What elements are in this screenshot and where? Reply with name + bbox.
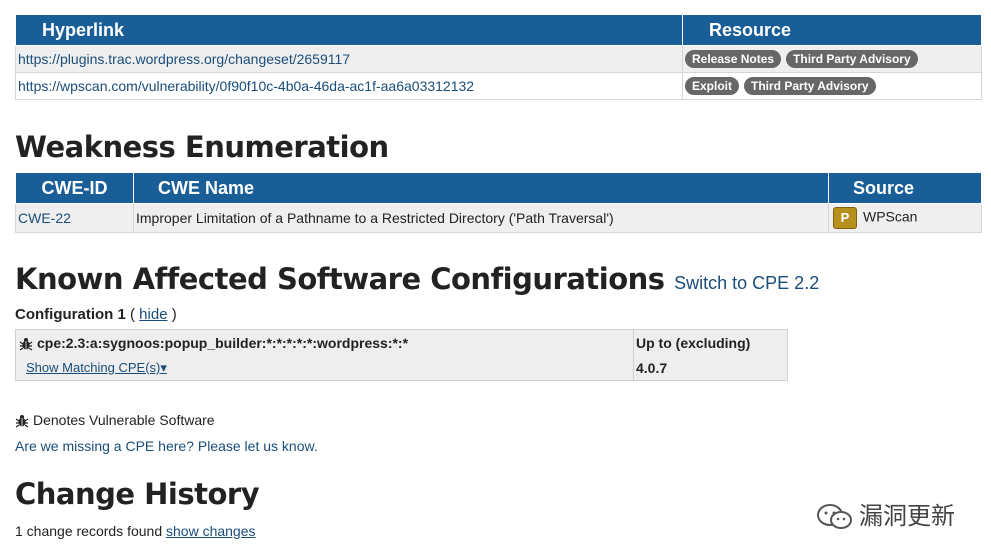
- table-row: https://plugins.trac.wordpress.org/chang…: [15, 45, 982, 73]
- version-value: 4.0.7: [636, 360, 668, 376]
- resource-badge: Third Party Advisory: [744, 77, 876, 96]
- configurations-title: Known Affected Software Configurations S…: [15, 262, 819, 296]
- resource-cell: Release Notes Third Party Advisory: [682, 45, 982, 73]
- show-matching-label: Show Matching CPE(s): [26, 360, 161, 375]
- configuration-label: Configuration 1 ( hide ): [15, 306, 177, 323]
- resource-cell: Exploit Third Party Advisory: [682, 72, 982, 100]
- reference-cell: https://plugins.trac.wordpress.org/chang…: [15, 45, 683, 73]
- resource-badge: Release Notes: [685, 50, 782, 69]
- column-divider: [633, 330, 634, 380]
- source-cell: P WPScan: [828, 203, 982, 233]
- cwe-header: CWE-ID CWE Name Source: [15, 172, 982, 204]
- watermark-text: 漏洞更新: [859, 502, 955, 530]
- resource-header: Resource: [682, 14, 982, 46]
- references-header: Hyperlink Resource: [15, 14, 982, 46]
- caret-down-icon: ▾: [160, 360, 167, 375]
- watermark: 漏洞更新: [815, 496, 955, 532]
- range-label: Up to (excluding): [636, 335, 751, 351]
- show-changes-link[interactable]: show changes: [166, 523, 256, 539]
- reference-link[interactable]: https://plugins.trac.wordpress.org/chang…: [18, 51, 350, 67]
- legend-text: Denotes Vulnerable Software: [33, 412, 215, 428]
- source-header: Source: [828, 172, 982, 204]
- weakness-title: Weakness Enumeration: [15, 130, 389, 164]
- legend: Denotes Vulnerable Software: [15, 412, 215, 428]
- table-row: CWE-22 Improper Limitation of a Pathname…: [15, 203, 982, 233]
- source-name: WPScan: [863, 208, 918, 225]
- cwe-name-cell: Improper Limitation of a Pathname to a R…: [133, 203, 829, 233]
- hyperlink-header: Hyperlink: [15, 14, 683, 46]
- wechat-icon: [817, 504, 852, 529]
- paren-open: (: [130, 306, 140, 323]
- change-history-title: Change History: [15, 477, 260, 511]
- configurations-title-text: Known Affected Software Configurations: [15, 262, 665, 296]
- configuration-name: Configuration 1: [15, 306, 126, 323]
- bug-icon: [19, 338, 33, 351]
- change-records: 1 change records found show changes: [15, 523, 256, 539]
- bug-icon: [15, 415, 29, 428]
- table-row: https://wpscan.com/vulnerability/0f90f10…: [15, 72, 982, 100]
- cwe-table: CWE-ID CWE Name Source CWE-22 Improper L…: [15, 172, 982, 233]
- cwe-id-header: CWE-ID: [15, 172, 134, 204]
- switch-cpe-link[interactable]: Switch to CPE 2.2: [674, 273, 819, 293]
- cwe-link[interactable]: CWE-22: [18, 210, 71, 226]
- cwe-name-header: CWE Name: [133, 172, 829, 204]
- show-matching-cpe-link[interactable]: Show Matching CPE(s)▾: [26, 360, 167, 376]
- cwe-id-cell: CWE-22: [15, 203, 134, 233]
- references-table: Hyperlink Resource https://plugins.trac.…: [15, 14, 982, 100]
- hide-wrapper: ( hide ): [130, 306, 177, 323]
- resource-badge: Third Party Advisory: [786, 50, 918, 69]
- configuration-box: cpe:2.3:a:sygnoos:popup_builder:*:*:*:*:…: [15, 329, 788, 381]
- reference-cell: https://wpscan.com/vulnerability/0f90f10…: [15, 72, 683, 100]
- missing-cpe-link[interactable]: Are we missing a CPE here? Please let us…: [15, 438, 318, 454]
- cpe-row: cpe:2.3:a:sygnoos:popup_builder:*:*:*:*:…: [19, 335, 408, 351]
- cpe-string: cpe:2.3:a:sygnoos:popup_builder:*:*:*:*:…: [37, 335, 409, 351]
- hide-link[interactable]: hide: [139, 306, 167, 323]
- paren-close: ): [167, 306, 177, 323]
- reference-link[interactable]: https://wpscan.com/vulnerability/0f90f10…: [18, 78, 474, 94]
- resource-badge: Exploit: [685, 77, 740, 96]
- wpscan-logo-icon: P: [833, 207, 857, 229]
- records-count-text: 1 change records found: [15, 523, 166, 539]
